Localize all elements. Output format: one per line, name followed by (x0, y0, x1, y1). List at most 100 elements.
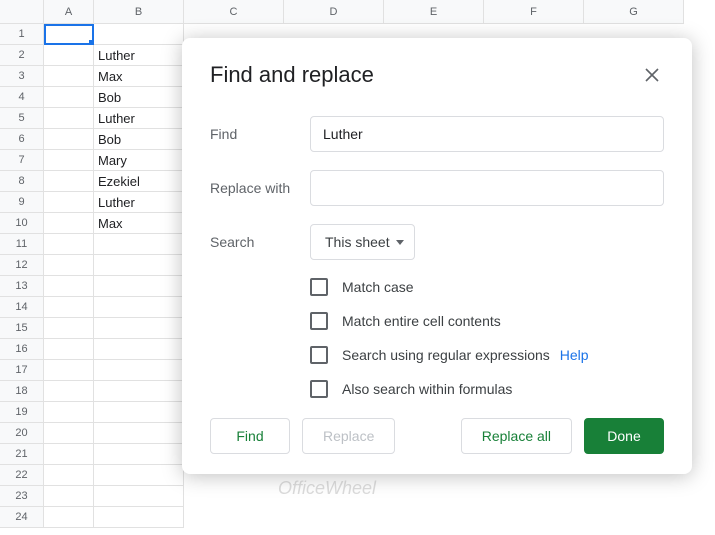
row-header[interactable]: 14 (0, 297, 44, 318)
row-header[interactable]: 7 (0, 150, 44, 171)
row-header[interactable]: 6 (0, 129, 44, 150)
cell[interactable] (94, 24, 184, 45)
row-header[interactable]: 9 (0, 192, 44, 213)
cell[interactable] (44, 150, 94, 171)
row-header[interactable]: 4 (0, 87, 44, 108)
cell[interactable] (44, 87, 94, 108)
cell[interactable]: Ezekiel (94, 171, 184, 192)
find-button[interactable]: Find (210, 418, 290, 454)
row-header[interactable]: 17 (0, 360, 44, 381)
column-header-f[interactable]: F (484, 0, 584, 24)
cell[interactable] (94, 360, 184, 381)
search-label: Search (210, 234, 310, 250)
column-header-d[interactable]: D (284, 0, 384, 24)
cell[interactable] (94, 318, 184, 339)
column-header-g[interactable]: G (584, 0, 684, 24)
row-header[interactable]: 1 (0, 24, 44, 45)
row-header[interactable]: 13 (0, 276, 44, 297)
formulas-checkbox[interactable] (310, 380, 328, 398)
cell[interactable] (44, 423, 94, 444)
cell[interactable] (94, 507, 184, 528)
cell[interactable]: Mary (94, 150, 184, 171)
cell[interactable]: Bob (94, 129, 184, 150)
row-header[interactable]: 2 (0, 45, 44, 66)
cell[interactable] (94, 255, 184, 276)
row-header[interactable]: 3 (0, 66, 44, 87)
cell[interactable] (94, 339, 184, 360)
search-scope-dropdown[interactable]: This sheet (310, 224, 415, 260)
cell[interactable] (44, 234, 94, 255)
row-header[interactable]: 5 (0, 108, 44, 129)
column-header-e[interactable]: E (384, 0, 484, 24)
row-header[interactable]: 19 (0, 402, 44, 423)
cell[interactable] (44, 255, 94, 276)
cell[interactable]: Bob (94, 87, 184, 108)
row-header[interactable]: 11 (0, 234, 44, 255)
cell[interactable] (44, 129, 94, 150)
column-header-c[interactable]: C (184, 0, 284, 24)
match-case-checkbox[interactable] (310, 278, 328, 296)
cell[interactable] (44, 66, 94, 87)
cell[interactable] (94, 486, 184, 507)
cell[interactable] (44, 402, 94, 423)
row-header[interactable]: 22 (0, 465, 44, 486)
cell[interactable] (44, 486, 94, 507)
match-entire-checkbox[interactable] (310, 312, 328, 330)
cell[interactable] (44, 507, 94, 528)
cell[interactable] (94, 423, 184, 444)
find-input[interactable] (310, 116, 664, 152)
cell[interactable] (44, 213, 94, 234)
cell[interactable] (94, 297, 184, 318)
cell[interactable] (44, 276, 94, 297)
grid-row: 24 (0, 507, 715, 528)
cell[interactable]: Luther (94, 108, 184, 129)
cell[interactable] (44, 465, 94, 486)
close-button[interactable] (640, 63, 664, 87)
cell[interactable] (44, 192, 94, 213)
row-header[interactable]: 21 (0, 444, 44, 465)
cell[interactable]: Luther (94, 192, 184, 213)
regex-help-link[interactable]: Help (560, 347, 589, 363)
replace-input[interactable] (310, 170, 664, 206)
search-scope-value: This sheet (325, 234, 390, 250)
cell[interactable] (44, 45, 94, 66)
row-header[interactable]: 23 (0, 486, 44, 507)
cell[interactable] (44, 108, 94, 129)
cell[interactable]: Max (94, 213, 184, 234)
row-header[interactable]: 8 (0, 171, 44, 192)
row-header[interactable]: 12 (0, 255, 44, 276)
done-button[interactable]: Done (584, 418, 664, 454)
find-label: Find (210, 126, 310, 142)
row-header[interactable]: 16 (0, 339, 44, 360)
cell[interactable] (94, 234, 184, 255)
row-header[interactable]: 20 (0, 423, 44, 444)
cell[interactable] (94, 402, 184, 423)
column-header-b[interactable]: B (94, 0, 184, 24)
cell[interactable]: Luther (94, 45, 184, 66)
replace-button[interactable]: Replace (302, 418, 395, 454)
cell[interactable] (44, 297, 94, 318)
select-all-corner[interactable] (0, 0, 44, 24)
cell[interactable] (44, 171, 94, 192)
cell[interactable] (44, 318, 94, 339)
row-header[interactable]: 24 (0, 507, 44, 528)
cell[interactable] (44, 360, 94, 381)
row-header[interactable]: 10 (0, 213, 44, 234)
cell[interactable] (44, 339, 94, 360)
cell[interactable] (44, 24, 94, 45)
cell[interactable] (94, 381, 184, 402)
cell[interactable]: Max (94, 66, 184, 87)
cell[interactable] (44, 444, 94, 465)
cell[interactable] (94, 465, 184, 486)
regex-checkbox[interactable] (310, 346, 328, 364)
cell[interactable] (44, 381, 94, 402)
row-header[interactable]: 18 (0, 381, 44, 402)
cell[interactable] (94, 444, 184, 465)
row-header[interactable]: 15 (0, 318, 44, 339)
chevron-down-icon (396, 240, 404, 245)
replace-all-button[interactable]: Replace all (461, 418, 572, 454)
cell[interactable] (94, 276, 184, 297)
column-header-a[interactable]: A (44, 0, 94, 24)
match-entire-label: Match entire cell contents (342, 313, 501, 329)
regex-label: Search using regular expressions (342, 347, 550, 363)
